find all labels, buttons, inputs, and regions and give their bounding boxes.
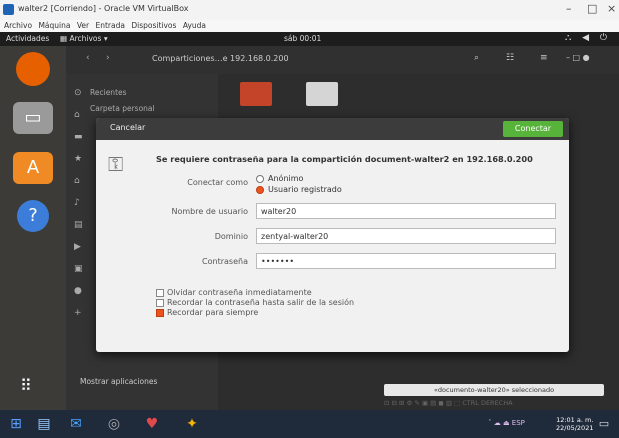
option-forever-label: Recordar para siempre [167,308,259,317]
option-until-logout-radio [156,298,164,307]
virtualbox-taskbar-icon[interactable]: ✦ [184,416,200,432]
taskbar-date: 22/05/2021 [556,424,594,432]
option-until-logout-label: Recordar la contraseña hasta salir de la… [167,298,355,307]
radio-registered-dot [256,185,264,194]
share-item-icon[interactable] [306,82,338,106]
mail-icon[interactable]: ✉ [68,416,84,432]
menu-archivo[interactable]: Archivo [4,20,32,32]
clock[interactable]: sáb 00:01 [284,34,321,43]
connect-button[interactable]: Conectar [503,121,563,137]
menu-icon[interactable]: ≡ [540,53,548,63]
dock: ▭ A ? ⠿ [0,46,66,410]
activities-button[interactable]: Actividades [6,34,49,43]
password-dialog: Cancelar Conectar ⚿ Se requiere contrase… [96,118,569,352]
system-tray[interactable]: ⛬ ◀ ⏻ [565,33,611,43]
share-folder-icon[interactable] [240,82,272,106]
view-icon[interactable]: ☷ [506,53,514,63]
option-forget-radio [156,288,164,297]
sidebar-icons: ⊙ ⌂ ▬ ★ ⌂ ♪ ▤ ▶ ▣ ● + [74,88,83,318]
files-glyph: ▭ [24,107,42,128]
sidebar-item-home[interactable]: Carpeta personal [90,104,155,113]
software-glyph: A [26,157,40,178]
menu-dispositivos[interactable]: Dispositivos [131,20,176,32]
domain-field[interactable]: zentyal-walter20 [256,228,556,244]
browser-icon[interactable]: ◎ [106,416,122,432]
dialog-header: Cancelar Conectar [96,118,569,140]
vbox-status-icons: ⊡ ⊟ ⊞ ⚙ ✎ ▣ ▤ ◼ ▥ ⬚ CTRL DERECHA [384,399,513,407]
notifications-icon[interactable]: ▭ [596,416,612,432]
username-label: Nombre de usuario [171,207,249,216]
menu-maquina[interactable]: Máquina [38,20,70,32]
password-field[interactable]: ••••••• [256,253,556,269]
host-menubar: Archivo Máquina Ver Entrada Dispositivos… [0,20,619,32]
gnome-topbar: Actividades ▦ Archivos ▾ sáb 00:01 ⛬ ◀ ⏻ [0,32,619,46]
domain-label: Dominio [214,232,248,241]
search-icon[interactable]: ⌕ [474,53,479,63]
firefox-icon[interactable] [16,52,50,86]
sidebar-item-recientes[interactable]: Recientes [90,88,127,97]
files-icon[interactable]: ▭ [13,102,53,134]
host-titlebar: walter2 [Corriendo] - Oracle VM VirtualB… [0,0,619,20]
system-tray-icons[interactable]: ˆ ☁ ⏏ ESP [488,419,525,427]
radio-registered[interactable]: Usuario registrado [256,185,342,194]
files-headerbar: ‹ › Comparticiones…e 192.168.0.200 ⌕ ☷ ≡… [66,46,619,74]
window-buttons[interactable]: – □ ● [566,53,590,62]
selection-status: «documento-walter20» seleccionado [384,384,604,396]
help-glyph: ? [28,205,38,226]
shield-icon[interactable]: ♥ [144,416,160,432]
option-forget-label: Olvidar contraseña inmediatamente [167,288,312,297]
key-icon: ⚿ [108,152,124,176]
windows-taskbar: ⊞ ▤ ✉ ◎ ♥ ✦ ˆ ☁ ⏏ ESP 12:01 a. m. 22/05/2… [0,410,619,438]
option-until-logout[interactable]: Recordar la contraseña hasta salir de la… [156,298,354,307]
radio-anonymous[interactable]: Anónimo [256,174,303,183]
connect-as-label: Conectar como [187,178,248,187]
menu-ver[interactable]: Ver [77,20,89,32]
menu-entrada[interactable]: Entrada [95,20,124,32]
show-apps-label[interactable]: Mostrar aplicaciones [80,377,157,386]
help-icon[interactable]: ? [17,200,49,232]
prompt-text: Se requiere contraseña para la compartic… [156,154,533,164]
close-button[interactable]: × [607,2,616,15]
show-apps-grid-icon[interactable]: ⠿ [20,376,32,395]
taskbar-time: 12:01 a. m. [556,416,594,424]
radio-anonymous-dot [256,174,264,183]
software-icon[interactable]: A [13,152,53,184]
option-forever[interactable]: Recordar para siempre [156,308,258,317]
breadcrumb[interactable]: Comparticiones…e 192.168.0.200 [152,54,289,63]
virtualbox-icon [3,4,14,15]
option-forget[interactable]: Olvidar contraseña inmediatamente [156,288,312,297]
minimize-button[interactable]: – [566,2,572,15]
taskbar-clock[interactable]: 12:01 a. m. 22/05/2021 [556,416,593,432]
maximize-button[interactable]: □ [587,2,597,15]
option-forever-radio [156,308,164,317]
password-label: Contraseña [202,257,248,266]
start-icon[interactable]: ⊞ [8,416,24,432]
radio-anonymous-label: Anónimo [268,174,304,183]
menu-ayuda[interactable]: Ayuda [183,20,206,32]
explorer-icon[interactable]: ▤ [36,416,52,432]
app-menu-label: Archivos [69,34,102,43]
username-field[interactable]: walter20 [256,203,556,219]
app-menu[interactable]: ▦ Archivos ▾ [60,34,108,43]
cancel-button[interactable]: Cancelar [110,123,145,132]
forward-icon[interactable]: › [106,53,110,63]
back-icon[interactable]: ‹ [86,53,90,63]
window-title: walter2 [Corriendo] - Oracle VM VirtualB… [18,4,189,13]
radio-registered-label: Usuario registrado [268,185,342,194]
